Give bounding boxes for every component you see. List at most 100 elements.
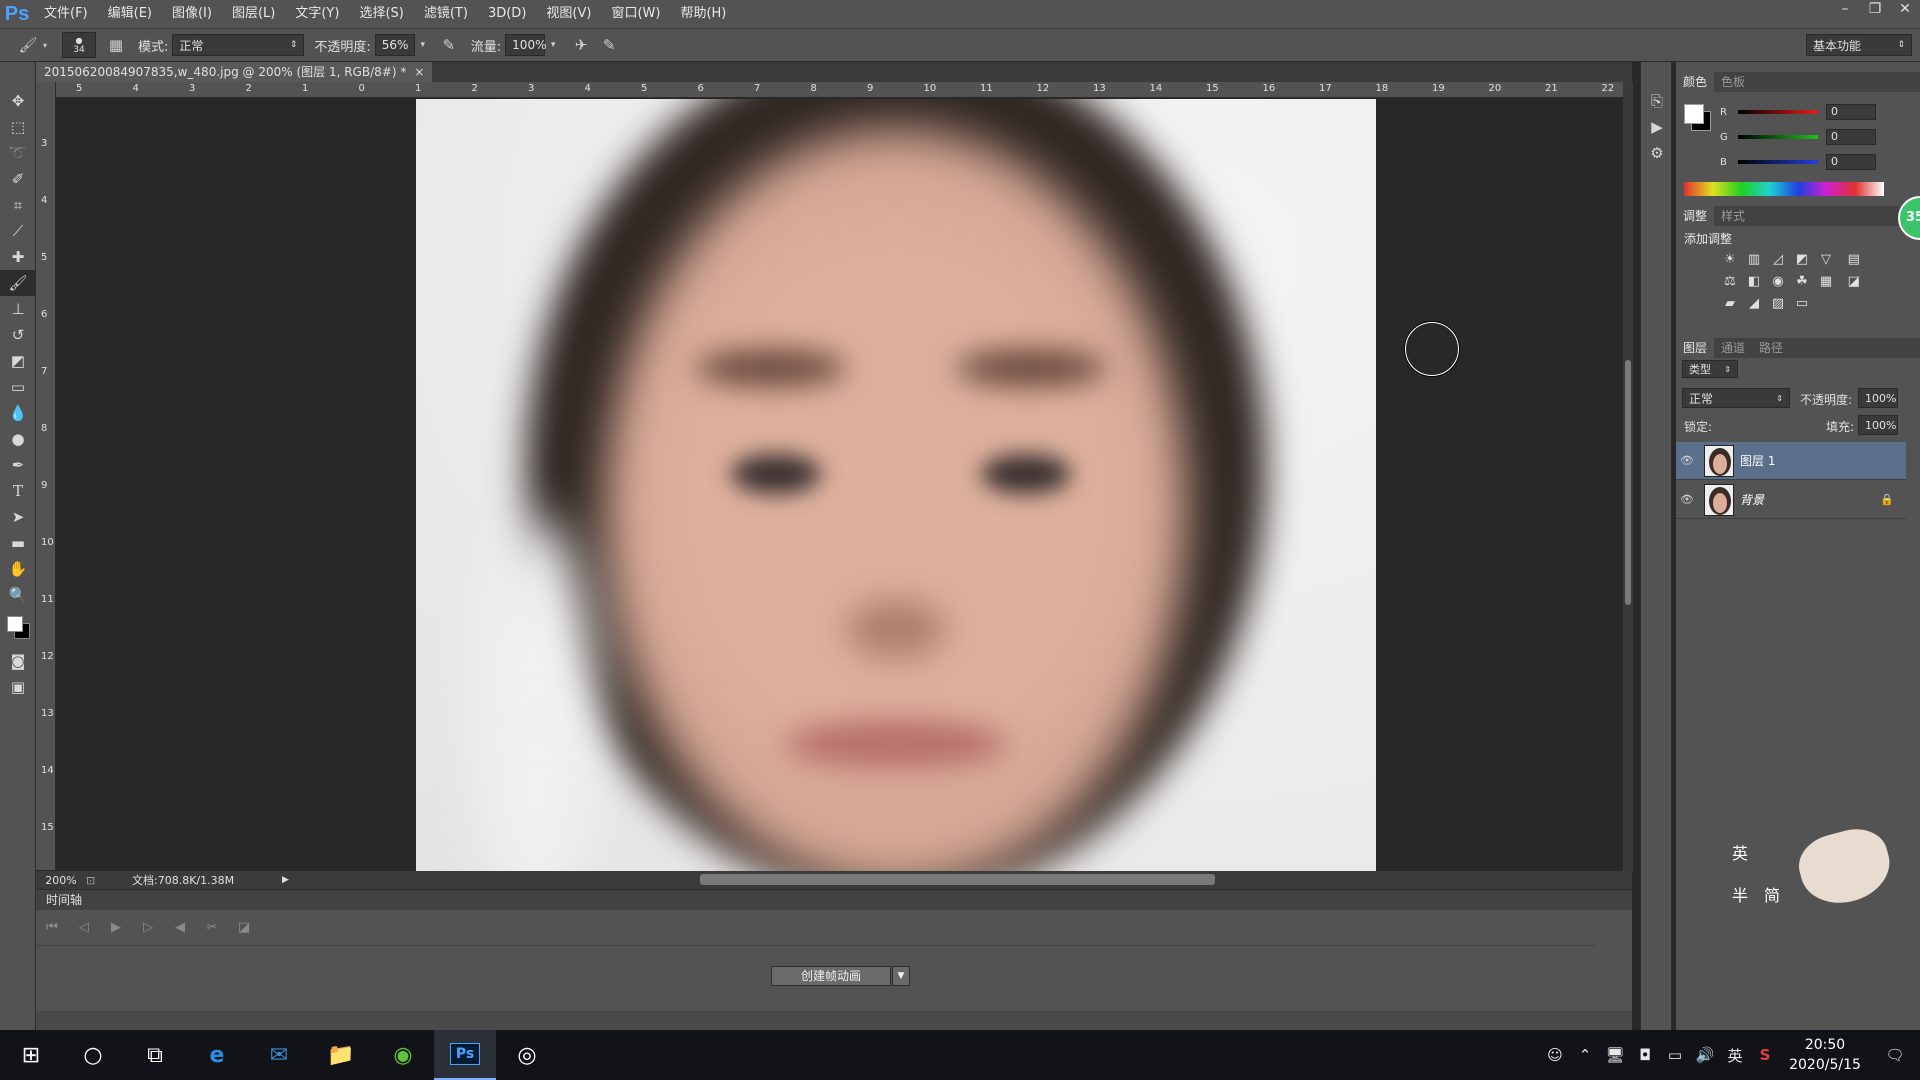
fill-input[interactable]: 100% (1858, 415, 1898, 435)
security-icon[interactable]: ◘ (1630, 1046, 1660, 1064)
layer-row[interactable]: 👁 背景 🔒 (1676, 481, 1906, 519)
task-view-icon[interactable]: ⧉ (124, 1030, 186, 1080)
brush-panel-toggle-icon[interactable]: ▦ (104, 33, 128, 57)
visibility-eye-icon[interactable]: 👁 (1676, 493, 1698, 506)
color-swatches[interactable] (0, 608, 35, 648)
dodge-tool-icon[interactable]: ● (0, 426, 36, 452)
menu-layer[interactable]: 图层(L) (222, 0, 285, 28)
notification-center-icon[interactable]: 🗨 (1870, 1046, 1920, 1064)
floating-widget[interactable]: 英 半 简 (1720, 822, 1900, 922)
photo-filter-icon[interactable]: ◉ (1766, 270, 1790, 292)
mode-select[interactable]: 正常 ⇕ (172, 34, 305, 56)
invert-icon[interactable]: ◪ (1842, 270, 1866, 292)
next-frame-icon[interactable]: ▷ (132, 920, 164, 935)
channel-mixer-icon[interactable]: ☘ (1790, 270, 1814, 292)
foreground-color-chip[interactable] (1684, 104, 1704, 124)
sogou-ime-icon[interactable]: S (1750, 1046, 1780, 1064)
close-tab-icon[interactable]: × (414, 62, 424, 82)
ime-indicator[interactable]: 英 (1720, 1045, 1750, 1066)
eraser-tool-icon[interactable]: ◩ (0, 348, 36, 374)
layer-opacity-input[interactable]: 100% (1858, 388, 1898, 408)
search-icon[interactable]: ○ (62, 1030, 124, 1080)
color-balance-icon[interactable]: ⚖ (1718, 270, 1742, 292)
menu-help[interactable]: 帮助(H) (670, 0, 736, 28)
play-icon[interactable]: ▶ (100, 920, 132, 935)
pressure-size-icon[interactable]: ✎ (597, 33, 621, 57)
curves-icon[interactable]: ◿ (1766, 248, 1790, 270)
layer-name[interactable]: 图层 1 (1740, 452, 1775, 469)
people-icon[interactable]: ☺ (1540, 1046, 1570, 1064)
tab-adjustments[interactable]: 调整 (1676, 206, 1715, 226)
restore-button[interactable]: ❐ (1860, 0, 1890, 18)
tab-swatches[interactable]: 色板 (1714, 72, 1752, 92)
marquee-tool-icon[interactable]: ⬚ (0, 114, 36, 140)
zoom-tool-icon[interactable]: 🔍 (0, 582, 36, 608)
selective-color-icon[interactable]: ▨ (1766, 292, 1790, 314)
share-icon[interactable]: ⊡ (86, 874, 106, 887)
prev-frame-icon[interactable]: ◁ (68, 920, 100, 935)
photoshop-taskbar-icon[interactable]: Ps (434, 1030, 496, 1080)
blend-mode-select[interactable]: 正常 ⇕ (1682, 388, 1790, 408)
brush-tool-icon[interactable]: 🖌 (0, 270, 36, 296)
zoom-level[interactable]: 200% (36, 874, 86, 887)
menu-type[interactable]: 文字(Y) (285, 0, 349, 28)
type-tool-icon[interactable]: T (0, 478, 36, 504)
flow-dropdown-icon[interactable]: ▾ (545, 33, 561, 57)
menu-filter[interactable]: 滤镜(T) (414, 0, 478, 28)
audio-icon[interactable]: ◀ (164, 920, 196, 935)
healing-brush-tool-icon[interactable]: ✚ (0, 244, 36, 270)
exposure-icon[interactable]: ◩ (1790, 248, 1814, 270)
battery-icon[interactable]: ▭ (1660, 1046, 1690, 1064)
menu-select[interactable]: 选择(S) (349, 0, 413, 28)
file-explorer-icon[interactable]: 📁 (310, 1030, 372, 1080)
bw-icon[interactable]: ◧ (1742, 270, 1766, 292)
foreground-color-swatch[interactable] (7, 616, 23, 632)
show-hidden-icons-chevron-icon[interactable]: ⌃ (1570, 1046, 1600, 1064)
lasso-tool-icon[interactable]: ➰ (0, 140, 36, 166)
blue-slider[interactable] (1738, 160, 1818, 164)
vibrance-icon[interactable]: ▽ (1814, 248, 1838, 270)
layer-name[interactable]: 背景 (1740, 491, 1764, 508)
opacity-dropdown-icon[interactable]: ▾ (415, 33, 431, 57)
split-icon[interactable]: ✂ (196, 920, 228, 935)
stamp-tool-icon[interactable]: ⊥ (0, 296, 36, 322)
first-frame-icon[interactable]: ⏮ (36, 920, 68, 935)
red-value[interactable]: 0 (1826, 104, 1876, 120)
chevron-down-icon[interactable]: ▼ (892, 966, 910, 986)
move-tool-icon[interactable]: ✥ (0, 88, 36, 114)
shape-tool-icon[interactable]: ▬ (0, 530, 36, 556)
menu-file[interactable]: 文件(F) (34, 0, 98, 28)
hand-tool-icon[interactable]: ✋ (0, 556, 36, 582)
brush-size-picker[interactable]: ● 34 (62, 32, 96, 58)
tab-channels[interactable]: 通道 (1714, 338, 1752, 358)
color-spectrum[interactable] (1684, 182, 1884, 196)
menu-edit[interactable]: 编辑(E) (98, 0, 162, 28)
edge-browser-icon[interactable]: e (186, 1030, 248, 1080)
network-icon[interactable]: 🖥 (1600, 1046, 1630, 1064)
menu-image[interactable]: 图像(I) (162, 0, 222, 28)
mail-icon[interactable]: ✉ (248, 1030, 310, 1080)
workspace-select[interactable]: 基本功能 ⇕ (1806, 34, 1912, 56)
screen-mode-icon[interactable]: ▣ (0, 674, 36, 700)
layer-filter-select[interactable]: 类型 ⇕ (1682, 360, 1738, 378)
levels-icon[interactable]: ▥ (1742, 248, 1766, 270)
close-window-button[interactable]: ✕ (1890, 0, 1920, 18)
airbrush-icon[interactable]: ✈ (569, 33, 593, 57)
vertical-scroll-thumb[interactable] (1625, 360, 1631, 605)
brightness-icon[interactable]: ☀ (1718, 248, 1742, 270)
flow-input[interactable]: 100% (505, 34, 546, 56)
crop-tool-icon[interactable]: ⌗ (0, 192, 36, 218)
blur-tool-icon[interactable]: 💧 (0, 400, 36, 426)
menu-view[interactable]: 视图(V) (536, 0, 601, 28)
horizontal-scroll-thumb[interactable] (700, 874, 1215, 885)
timeline-title[interactable]: 时间轴 (36, 890, 1632, 910)
actions-panel-icon[interactable]: ▶ (1641, 114, 1673, 140)
transition-icon[interactable]: ◪ (228, 920, 260, 935)
path-select-tool-icon[interactable]: ➤ (0, 504, 36, 530)
history-panel-icon[interactable]: ⎘ (1641, 88, 1673, 114)
hue-sat-icon[interactable]: ▤ (1842, 248, 1866, 270)
red-slider[interactable] (1738, 110, 1818, 114)
canvas-area[interactable] (57, 99, 1623, 871)
tab-paths[interactable]: 路径 (1752, 338, 1790, 358)
gradient-map-icon[interactable]: ▭ (1790, 292, 1814, 314)
